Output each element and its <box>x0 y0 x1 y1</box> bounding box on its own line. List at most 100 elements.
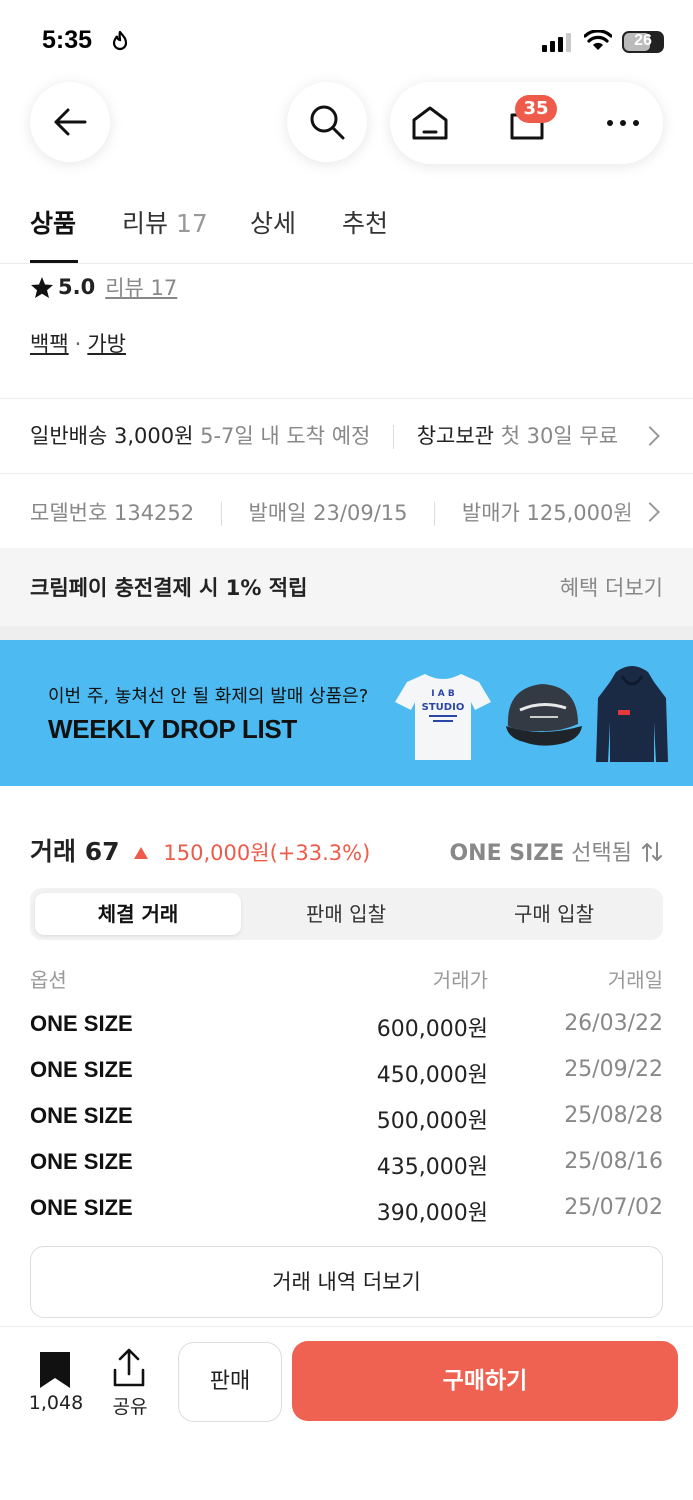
row-option: ONE SIZE <box>30 1103 133 1128</box>
shipping-row[interactable]: 일반배송 3,000원 5-7일 내 도착 예정 창고보관 첫 30일 무료 <box>30 420 618 450</box>
price-change: 150,000원(+33.3%) <box>163 841 371 865</box>
divider <box>0 398 693 399</box>
model-label: 모델번호 <box>30 501 108 525</box>
row-date: 25/09/22 <box>564 1057 663 1082</box>
trade-history-more-button[interactable]: 거래 내역 더보기 <box>30 1246 663 1318</box>
shipping-label: 일반배송 3,000원 <box>30 424 194 448</box>
benefit-more-link[interactable]: 혜택 더보기 <box>560 572 663 602</box>
row-date: 26/03/22 <box>564 1011 663 1036</box>
battery-icon: 26 <box>622 31 664 53</box>
banner-title: WEEKLY DROP LIST <box>48 714 297 744</box>
svg-text:I A B: I A B <box>431 689 455 699</box>
size-selector[interactable]: ONE SIZE 선택됨 <box>449 835 663 867</box>
more-button[interactable] <box>583 82 663 164</box>
row-price: 390,000원 <box>376 1201 488 1226</box>
rating-summary: 5.0 리뷰 17 <box>30 272 177 302</box>
release-label: 발매일 <box>248 501 307 525</box>
table-row: ONE SIZE 390,000원 25/07/02 <box>0 1195 693 1241</box>
tshirt-print-text: STUDIO <box>422 702 465 713</box>
benefit-text: 크림페이 충전결제 시 1% 적립 <box>30 576 308 600</box>
status-bar: 5:35 26 <box>0 0 693 80</box>
rating-value: 5.0 <box>58 275 96 299</box>
status-time: 5:35 <box>42 26 93 54</box>
category-breadcrumb: 백팩 · 가방 <box>30 328 126 358</box>
bookmark-icon[interactable] <box>38 1350 72 1390</box>
share-icon[interactable] <box>112 1348 146 1388</box>
tab-label: 상세 <box>250 209 297 238</box>
trade-segment-control: 체결 거래 판매 입찰 구매 입찰 <box>30 888 663 940</box>
row-option: ONE SIZE <box>30 1149 133 1174</box>
tab-reviews[interactable]: 리뷰 17 <box>122 204 208 240</box>
row-option: ONE SIZE <box>30 1011 133 1036</box>
trade-count: 거래 67 <box>30 837 120 866</box>
divider <box>393 425 395 449</box>
buy-button[interactable]: 구매하기 <box>292 1341 678 1421</box>
tab-product[interactable]: 상품 <box>30 204 76 240</box>
category-link-backpack[interactable]: 백팩 <box>30 332 69 356</box>
breadcrumb-separator: · <box>74 332 82 356</box>
tshirt-image: I A B STUDIO <box>395 674 491 760</box>
tab-label: 리뷰 <box>122 209 169 238</box>
tab-label: 추천 <box>342 209 389 238</box>
segment-buy-bids[interactable]: 구매 입찰 <box>451 893 657 935</box>
storage-desc: 첫 30일 무료 <box>500 424 619 448</box>
star-icon <box>31 276 53 298</box>
product-tabs: 상품 리뷰 17 상세 추천 <box>0 200 693 264</box>
sort-icon <box>642 842 662 862</box>
row-option: ONE SIZE <box>30 1057 133 1082</box>
review-link[interactable]: 리뷰 17 <box>105 272 177 302</box>
search-icon <box>310 105 345 140</box>
category-link-bag[interactable]: 가방 <box>87 332 126 356</box>
bookmark-count: 1,048 <box>28 1392 84 1414</box>
tab-label: 상품 <box>30 209 77 238</box>
release-value: 23/09/15 <box>313 501 408 525</box>
banner-subtitle: 이번 주, 놓쳐선 안 될 화제의 발매 상품은? <box>48 686 369 707</box>
product-info-row[interactable]: 모델번호 134252 발매일 23/09/15 발매가 125,000원 <box>30 497 633 527</box>
tab-recommend[interactable]: 추천 <box>342 204 388 240</box>
cap-image <box>506 684 582 746</box>
segment-concluded-trades[interactable]: 체결 거래 <box>35 893 241 935</box>
table-row: ONE SIZE 435,000원 25/08/16 <box>0 1149 693 1195</box>
segment-sell-bids[interactable]: 판매 입찰 <box>243 893 449 935</box>
table-row: ONE SIZE 500,000원 25/08/28 <box>0 1103 693 1149</box>
divider <box>220 502 222 526</box>
tab-details[interactable]: 상세 <box>250 204 296 240</box>
price-up-icon <box>134 847 149 859</box>
hoodie-image <box>596 666 668 762</box>
tab-review-count: 17 <box>175 209 208 238</box>
benefit-bar: 크림페이 충전결제 시 1% 적립 혜택 더보기 <box>0 548 693 626</box>
selected-size: ONE SIZE <box>449 841 565 866</box>
tab-active-indicator <box>30 260 78 263</box>
section-gap <box>0 626 693 640</box>
row-option: ONE SIZE <box>30 1195 133 1220</box>
retail-price-value: 125,000원 <box>526 501 633 525</box>
model-value: 134252 <box>113 501 195 525</box>
weekly-drop-banner[interactable]: 이번 주, 놓쳐선 안 될 화제의 발매 상품은? WEEKLY DROP LI… <box>0 640 693 786</box>
cart-count-badge: 35 <box>515 95 557 123</box>
row-date: 25/07/02 <box>564 1195 663 1220</box>
trade-summary: 거래 67 150,000원(+33.3%) <box>30 832 370 868</box>
sell-button[interactable]: 판매 <box>178 1342 282 1422</box>
more-icon <box>607 120 639 126</box>
retail-price-label: 발매가 <box>461 501 520 525</box>
battery-level: 26 <box>634 32 652 49</box>
table-row: ONE SIZE 600,000원 26/03/22 <box>0 1011 693 1057</box>
search-button[interactable] <box>287 82 367 162</box>
home-button[interactable] <box>390 82 470 164</box>
row-date: 25/08/16 <box>564 1149 663 1174</box>
column-header-price: 거래가 <box>432 968 488 992</box>
back-button[interactable] <box>30 82 110 162</box>
shipping-eta: 5-7일 내 도착 예정 <box>200 424 371 448</box>
row-price: 500,000원 <box>376 1109 488 1134</box>
table-row: ONE SIZE 450,000원 25/09/22 <box>0 1057 693 1103</box>
flame-icon <box>112 31 128 51</box>
wifi-icon <box>584 30 612 50</box>
divider <box>0 473 693 474</box>
row-date: 25/08/28 <box>564 1103 663 1128</box>
back-arrow-icon <box>54 108 87 136</box>
column-header-date: 거래일 <box>607 968 663 992</box>
size-selected-suffix: 선택됨 <box>571 841 632 866</box>
share-label: 공유 <box>112 1396 148 1418</box>
signal-icon <box>542 33 571 52</box>
storage-label: 창고보관 <box>416 424 494 448</box>
